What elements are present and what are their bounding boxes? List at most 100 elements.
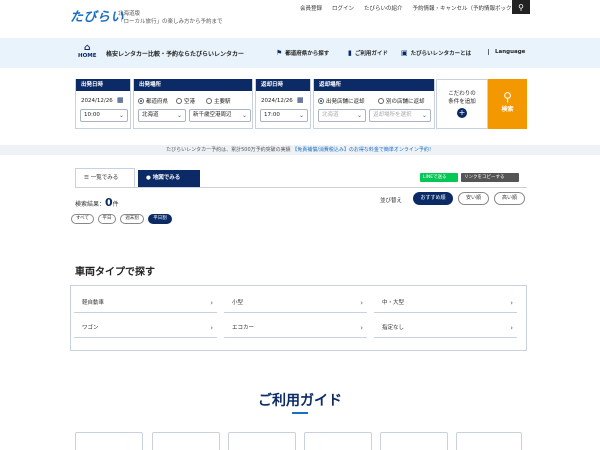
guide-card[interactable]: [456, 432, 522, 450]
vehicle-type-label: 中・大型: [382, 300, 405, 306]
vehicle-type-label: ワゴン: [82, 325, 99, 331]
radio-label: 主要駅: [214, 99, 231, 105]
search-box: 出発日時 2024/12/26 ▦ 10:00 ⌄ 出発場所 都道府県 空港 主…: [75, 79, 527, 129]
tab-list[interactable]: ☰ 一覧でみる: [75, 168, 135, 188]
vehicle-type-label: エコカー: [232, 325, 255, 331]
sort-cheapest-button[interactable]: 安い順: [458, 192, 489, 205]
nav-item-about[interactable]: ▣ たびらいレンタカーとは: [401, 49, 471, 57]
nav-item-guide[interactable]: ▮ ご利用ガイド: [348, 49, 388, 57]
radio-label: 空港: [184, 99, 196, 105]
filter-chip-weekend[interactable]: 週末割: [120, 214, 144, 224]
magnifier-icon: ⚲: [503, 90, 512, 104]
search-results: 検索結果：0件: [75, 196, 119, 209]
nav-item-label: ご利用ガイド: [354, 51, 388, 57]
book-icon: ▮: [348, 49, 352, 57]
return-time-select[interactable]: 17:00 ⌄: [260, 109, 308, 122]
depart-date-value[interactable]: 2024/12/26: [81, 98, 113, 104]
sort-expensive-button[interactable]: 高い順: [494, 192, 525, 205]
chevron-down-icon: ⌄: [421, 112, 427, 119]
notice-text: たびらいレンタカー予約は、累計500万予約突破の実績: [166, 147, 291, 153]
vehicle-type-wagon[interactable]: ワゴン ›: [74, 319, 217, 338]
depart-prefecture-select[interactable]: 北海道 ⌄: [138, 109, 186, 122]
filter-chip-weekday[interactable]: 平日: [98, 214, 116, 224]
guide-card[interactable]: [152, 432, 220, 450]
filter-chip-all[interactable]: すべて: [71, 214, 94, 224]
guide-title-underline: [292, 412, 308, 414]
return-date-header: 返却日時: [256, 79, 310, 91]
depart-time-select[interactable]: 10:00 ⌄: [80, 109, 128, 122]
notice-highlight[interactable]: 【免責補償/消費税込み】のお得な料金で簡単オンライン予約！: [292, 147, 434, 153]
radio-other-store[interactable]: 別の店舗に返却: [378, 97, 425, 105]
search-button-label: 検索: [501, 106, 514, 113]
return-prefecture-select[interactable]: 北海道 ⌄: [318, 109, 366, 122]
results-unit: 件: [112, 201, 119, 208]
chevron-right-icon: ›: [360, 299, 363, 307]
calendar-icon[interactable]: ▦: [297, 96, 304, 104]
radio-label: 出発店舗に返却: [326, 99, 365, 105]
tab-underline: [75, 187, 527, 188]
nav-title: 格安レンタカー比較・予約ならたびらいレンタカー: [106, 51, 245, 58]
return-area-select[interactable]: 返却場所を選択 ⌄: [369, 109, 431, 122]
top-links: 会員登録 ログイン たびらいの紹介 予約情報・キャンセル（予約情報ボックス）: [300, 4, 522, 12]
return-time-value: 17:00: [264, 112, 280, 118]
radio-airport[interactable]: 空港: [176, 97, 195, 105]
vehicle-type-grid: 軽自動車 › 小型 › 中・大型 › ワゴン › エコカー › 指定なし ›: [70, 285, 527, 351]
vehicle-type-kei[interactable]: 軽自動車 ›: [74, 294, 217, 313]
tagline-line1: 北海道版: [118, 11, 141, 17]
line-share-button[interactable]: LINEで送る: [420, 173, 458, 182]
return-area-value: 返却場所を選択: [373, 112, 412, 118]
depart-area-select[interactable]: 新千歳空港周辺 ⌄: [189, 109, 251, 122]
tagline: 北海道版 「ローカル旅行」の楽しみ方から予約まで: [118, 10, 223, 26]
depart-time-value: 10:00: [84, 112, 100, 118]
add-conditions-button[interactable]: こだわりの 条件を追加 +: [436, 79, 488, 129]
top-bar: たびらい 北海道版 「ローカル旅行」の楽しみ方から予約まで 会員登録 ログイン …: [0, 0, 600, 36]
site-logo[interactable]: たびらい: [70, 6, 124, 25]
radio-label: 都道府県: [146, 99, 169, 105]
chevron-right-icon: ›: [510, 324, 513, 332]
conditions-line2: 条件を追加: [448, 99, 476, 105]
home-button[interactable]: ⌂ HOME: [78, 44, 97, 60]
return-place-column: 返却場所 出発店舗に返却 別の店舗に返却 北海道 ⌄ 返却場所を選択 ⌄: [313, 79, 435, 129]
chevron-right-icon: ›: [210, 324, 213, 332]
filter-chip-weekday-discount[interactable]: 平日割: [148, 214, 172, 224]
search-icon[interactable]: ⚲: [512, 0, 530, 14]
guide-card[interactable]: [228, 432, 296, 450]
vehicle-type-medium-large[interactable]: 中・大型 ›: [374, 294, 517, 313]
about-link[interactable]: たびらいの紹介: [364, 4, 403, 12]
radio-station[interactable]: 主要駅: [206, 97, 231, 105]
tab-map[interactable]: ● 地図でみる: [138, 170, 200, 188]
vehicle-type-small[interactable]: 小型 ›: [224, 294, 367, 313]
copy-link-button[interactable]: リンクをコピーする: [461, 173, 519, 182]
guide-card[interactable]: [75, 432, 143, 450]
nav-item-label: 都道府県から探す: [285, 51, 330, 57]
sort-recommended-button[interactable]: おすすめ順: [413, 192, 453, 205]
nav-item-prefecture[interactable]: ⚑ 都道府県から探す: [276, 49, 329, 57]
guide-card[interactable]: [380, 432, 448, 450]
tab-list-label: 一覧でみる: [90, 175, 119, 181]
vehicle-type-none[interactable]: 指定なし ›: [374, 319, 517, 338]
sort-label: 並び替え: [380, 198, 403, 204]
chevron-right-icon: ›: [360, 324, 363, 332]
home-label: HOME: [78, 53, 97, 59]
radio-label: 別の店舗に返却: [386, 99, 425, 105]
radio-prefecture[interactable]: 都道府県: [138, 97, 168, 105]
language-button[interactable]: Language: [488, 49, 525, 55]
results-count: 0: [105, 196, 113, 209]
return-place-header: 返却場所: [314, 79, 434, 91]
radio-same-store[interactable]: 出発店舗に返却: [318, 97, 365, 105]
login-link[interactable]: ログイン: [332, 4, 354, 12]
vehicle-type-eco[interactable]: エコカー ›: [224, 319, 367, 338]
notice-strip: たびらいレンタカー予約は、累計500万予約突破の実績 【免責補償/消費税込み】の…: [0, 145, 600, 155]
reservation-box-link[interactable]: 予約情報・キャンセル（予約情報ボックス）: [413, 4, 523, 12]
chevron-right-icon: ›: [510, 299, 513, 307]
guide-card[interactable]: [304, 432, 372, 450]
chevron-down-icon: ⌄: [241, 112, 247, 119]
search-button[interactable]: ⚲ 検索: [488, 79, 527, 129]
register-link[interactable]: 会員登録: [300, 4, 322, 12]
depart-area-value: 新千歳空港周辺: [193, 112, 232, 118]
pin-icon: ⚑: [276, 49, 283, 57]
return-date-value[interactable]: 2024/12/26: [261, 98, 293, 104]
list-icon: ☰: [84, 175, 89, 181]
chevron-right-icon: ›: [210, 299, 213, 307]
calendar-icon[interactable]: ▦: [117, 96, 124, 104]
